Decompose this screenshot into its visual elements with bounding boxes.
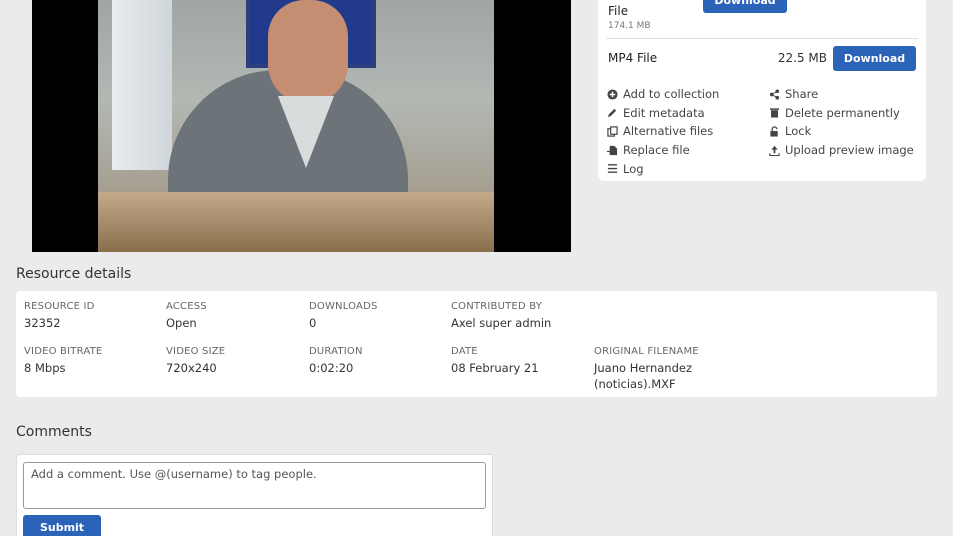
field-value: 720x240 [166, 361, 217, 375]
file-row-mp4: MP4 File 22.5 MB Download [608, 44, 916, 72]
video-desk-shape [98, 192, 494, 252]
action-upload-preview-image[interactable]: Upload preview image [768, 141, 914, 160]
action-label: Lock [785, 124, 812, 139]
file-name: File [608, 4, 629, 18]
field-original-filename: ORIGINAL FILENAME Juano Hernandez (notic… [594, 346, 724, 392]
download-panel: File 174.1 MB Download MP4 File 22.5 MB … [598, 0, 926, 181]
field-value: Open [166, 316, 197, 330]
submit-comment-button[interactable]: Submit [23, 515, 101, 536]
share-icon [768, 88, 780, 100]
field-video-bitrate: VIDEO BITRATE 8 Mbps [24, 346, 102, 376]
list-icon [606, 163, 618, 175]
action-log[interactable]: Log [606, 159, 719, 178]
plus-circle-icon [606, 88, 618, 100]
action-edit-metadata[interactable]: Edit metadata [606, 104, 719, 123]
field-value: Juano Hernandez (noticias).MXF [594, 361, 692, 391]
upload-icon [768, 144, 780, 156]
field-value: 0:02:20 [309, 361, 354, 375]
field-label: RESOURCE ID [24, 301, 95, 312]
lock-open-icon [768, 125, 780, 137]
video-frame-image [98, 0, 494, 252]
divider [606, 38, 918, 39]
action-share[interactable]: Share [768, 85, 914, 104]
field-label: DATE [451, 346, 478, 357]
action-label: Upload preview image [785, 143, 914, 158]
pencil-icon [606, 107, 618, 119]
field-access: ACCESS Open [166, 301, 207, 331]
video-preview[interactable] [32, 0, 571, 252]
copy-icon [606, 125, 618, 137]
field-contributed-by: CONTRIBUTED BY Axel super admin [451, 301, 551, 331]
action-label: Delete permanently [785, 105, 900, 120]
action-label: Add to collection [623, 87, 720, 102]
video-head-shape [268, 0, 348, 104]
action-label: Log [623, 161, 644, 176]
field-label: DOWNLOADS [309, 301, 378, 312]
field-label: CONTRIBUTED BY [451, 301, 543, 312]
field-label: DURATION [309, 346, 363, 357]
resource-details-title: Resource details [16, 266, 132, 282]
download-button-original[interactable]: Download [703, 0, 787, 13]
field-date: DATE 08 February 21 [451, 346, 539, 376]
field-label: VIDEO SIZE [166, 346, 226, 357]
action-label: Share [785, 87, 819, 102]
action-replace-file[interactable]: Replace file [606, 141, 719, 160]
action-alternative-files[interactable]: Alternative files [606, 122, 719, 141]
field-value: 0 [309, 316, 317, 330]
action-delete-permanently[interactable]: Delete permanently [768, 104, 914, 123]
field-label: VIDEO BITRATE [24, 346, 103, 357]
action-add-to-collection[interactable]: Add to collection [606, 85, 719, 104]
field-resource-id: RESOURCE ID 32352 [24, 301, 95, 331]
action-lock[interactable]: Lock [768, 122, 914, 141]
file-size: 174.1 MB [608, 21, 651, 31]
file-size-mp4: 22.5 MB [777, 51, 827, 65]
field-value: Axel super admin [451, 316, 552, 330]
download-button-mp4[interactable]: Download [833, 45, 916, 71]
field-label: ORIGINAL FILENAME [594, 346, 699, 357]
trash-icon [768, 107, 780, 119]
field-value: 32352 [24, 316, 61, 330]
replace-file-icon [606, 144, 618, 156]
video-window-shape [112, 0, 172, 170]
field-value: 08 February 21 [451, 361, 539, 375]
resource-details-panel: RESOURCE ID 32352 ACCESS Open DOWNLOADS … [16, 291, 937, 397]
file-row-original: File 174.1 MB Download [608, 0, 787, 31]
field-value: 8 Mbps [24, 361, 66, 375]
file-name-mp4: MP4 File [608, 50, 658, 65]
field-downloads: DOWNLOADS 0 [309, 301, 378, 331]
field-label: ACCESS [166, 301, 207, 312]
field-duration: DURATION 0:02:20 [309, 346, 363, 376]
action-label: Edit metadata [623, 105, 705, 120]
comments-title: Comments [16, 424, 92, 440]
field-video-size: VIDEO SIZE 720x240 [166, 346, 225, 376]
action-label: Alternative files [623, 124, 714, 139]
action-label: Replace file [623, 143, 690, 158]
comment-input[interactable] [23, 462, 486, 509]
comments-panel: Submit [16, 454, 493, 536]
